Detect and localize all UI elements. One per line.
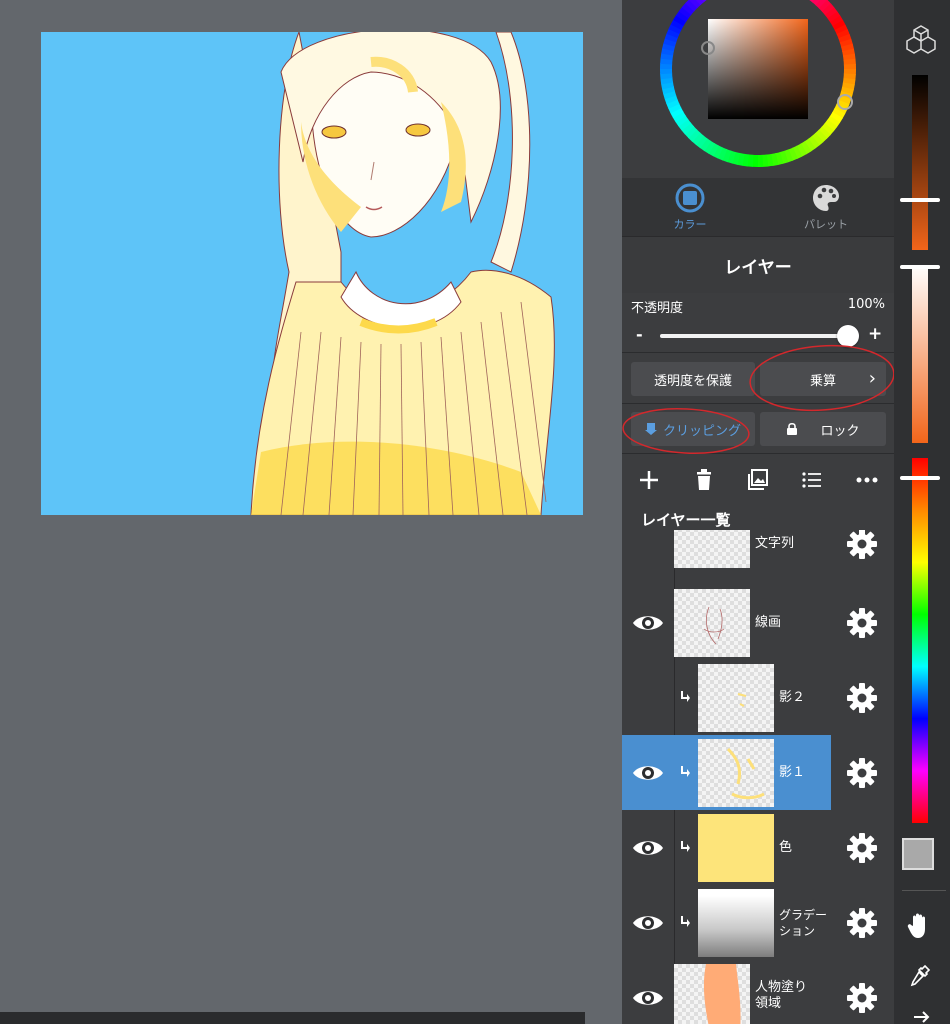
tab-color-label: カラー <box>673 217 707 231</box>
layer-row[interactable]: グラデー ション <box>622 885 894 960</box>
brightness-bar[interactable] <box>912 75 928 250</box>
layer-name: 文字列 <box>755 536 795 551</box>
layer-name: 線画 <box>755 615 782 630</box>
hue-ring-segment <box>695 0 705 6</box>
artwork-canvas[interactable] <box>41 32 583 515</box>
eye-icon[interactable] <box>630 756 666 790</box>
color-swatch[interactable] <box>902 838 934 870</box>
palette-icon <box>813 184 839 211</box>
side-strip <box>894 0 950 1024</box>
status-bar <box>0 1012 585 1024</box>
layer-list-title: レイヤー一覧 <box>641 511 731 529</box>
list-icon <box>802 472 822 488</box>
layer-name: 影１ <box>779 765 806 780</box>
saturation-bar[interactable] <box>912 265 928 443</box>
tab-palette-label: パレット <box>804 217 848 231</box>
gear-icon[interactable] <box>846 982 878 1014</box>
layer-name: 色 <box>779 840 793 855</box>
layer-thumbnail <box>698 739 774 807</box>
layer-name: グラデー ション <box>779 908 828 938</box>
clipping-indicator-icon <box>681 691 690 702</box>
color-disc-icon <box>675 183 705 212</box>
divider <box>902 890 946 891</box>
layer-row[interactable]: 人物塗り 領域 <box>622 960 894 1024</box>
layer-row[interactable]: 色 <box>622 810 894 885</box>
layer-thumbnail <box>674 589 750 657</box>
layer-thumbnail <box>698 889 774 957</box>
layer-row[interactable]: 線画 <box>622 585 894 660</box>
layer-panel-title: レイヤー <box>622 236 894 293</box>
layer-list[interactable]: 文字列 線画 影２ 影１ 色 グラデー ション 人物塗り 領域 <box>622 530 894 1024</box>
eye-icon[interactable] <box>630 906 666 940</box>
color-wheel[interactable] <box>622 0 894 178</box>
layer-name: 人物塗り 領域 <box>755 980 808 1011</box>
layer-name: 影２ <box>779 690 806 705</box>
hand-icon[interactable] <box>907 912 933 940</box>
canvas-area[interactable] <box>0 0 622 1024</box>
annotation-circles <box>622 344 894 454</box>
layer-row-selected[interactable]: 影１ <box>622 735 894 810</box>
illustration-girl <box>250 32 555 515</box>
layer-thumbnail <box>674 530 750 568</box>
brightness-handle[interactable] <box>900 198 940 202</box>
clipping-indicator-icon <box>681 841 690 852</box>
gear-icon[interactable] <box>846 682 878 714</box>
gear-icon[interactable] <box>846 530 878 560</box>
gear-icon[interactable] <box>846 757 878 789</box>
hue-bar[interactable] <box>912 458 928 823</box>
eyedropper-icon[interactable] <box>909 964 931 988</box>
layer-thumbnail <box>674 964 750 1024</box>
opacity-label: 不透明度 <box>631 301 684 316</box>
arrow-right-icon[interactable] <box>912 1010 932 1024</box>
hue-handle[interactable] <box>900 476 940 480</box>
opacity-value: 100% <box>847 297 885 312</box>
eye-icon[interactable] <box>630 981 666 1015</box>
color-picker[interactable] <box>622 0 894 178</box>
import-image-icon <box>747 469 768 490</box>
tab-color[interactable]: カラー <box>622 178 758 236</box>
eye-icon[interactable] <box>630 831 666 865</box>
layer-thumbnail <box>698 814 774 882</box>
color-tabs: カラー パレット <box>622 178 894 236</box>
add-layer-icon <box>640 471 659 489</box>
clipping-indicator-icon <box>681 766 690 777</box>
saturation-handle[interactable] <box>900 265 940 269</box>
tab-palette[interactable]: パレット <box>758 178 894 236</box>
cube-stack-icon[interactable] <box>906 24 936 54</box>
layer-row[interactable]: 影２ <box>622 660 894 735</box>
eye-icon[interactable] <box>630 606 666 640</box>
layer-thumbnail <box>698 664 774 732</box>
more-icon <box>856 477 878 483</box>
right-panel: カラー パレット レイヤー 不透明度 100% - + 透明度を保護 乗算 › … <box>622 0 894 1024</box>
clipping-indicator-icon <box>681 916 690 927</box>
gear-icon[interactable] <box>846 607 878 639</box>
gear-icon[interactable] <box>846 832 878 864</box>
gear-icon[interactable] <box>846 907 878 939</box>
trash-icon <box>696 469 711 490</box>
